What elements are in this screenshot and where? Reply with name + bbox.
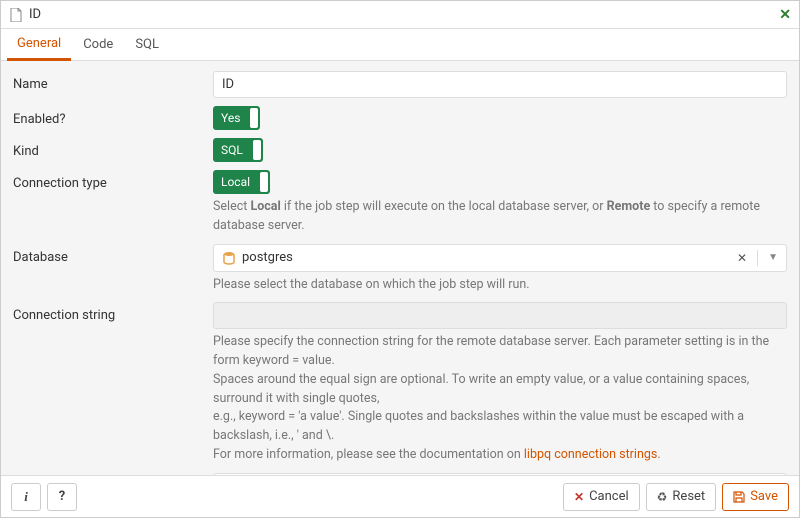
kind-toggle[interactable]: SQL [213, 138, 263, 162]
connection-type-toggle-label: Local [213, 175, 258, 189]
toggle-knob [253, 140, 261, 160]
label-enabled: Enabled? [13, 106, 213, 127]
save-label: Save [750, 489, 778, 504]
cancel-button[interactable]: ✕ Cancel [563, 483, 640, 511]
on-error-select[interactable]: Fail ▼ [213, 473, 787, 476]
database-select[interactable]: postgres ✕ ▼ [213, 244, 787, 272]
chevron-down-icon: ▼ [768, 252, 778, 263]
label-on-error: On error [13, 473, 213, 476]
label-name: Name [13, 71, 213, 92]
row-database: Database postgres ✕ ▼ Please select the … [13, 244, 787, 295]
save-icon [733, 491, 745, 503]
document-icon [9, 8, 23, 22]
cancel-icon: ✕ [574, 490, 584, 504]
titlebar: ID ✕ [1, 1, 799, 29]
tab-general[interactable]: General [7, 29, 71, 61]
tab-bar: General Code SQL [1, 29, 799, 61]
save-button[interactable]: Save [722, 483, 789, 511]
reset-label: Reset [672, 489, 705, 504]
row-on-error: On error Fail ▼ [13, 473, 787, 476]
connection-string-input[interactable] [213, 302, 787, 329]
database-help: Please select the database on which the … [213, 276, 787, 295]
enabled-toggle-label: Yes [213, 111, 248, 125]
label-connection-string: Connection string [13, 302, 213, 323]
toggle-knob [260, 172, 268, 192]
libpq-doc-link[interactable]: libpq connection strings [524, 447, 657, 462]
help-button[interactable]: ? [47, 483, 77, 511]
name-input[interactable] [213, 71, 787, 98]
row-kind: Kind SQL [13, 138, 787, 162]
connection-string-help: Please specify the connection string for… [213, 333, 787, 464]
info-icon: i [24, 489, 28, 505]
database-value: postgres [242, 250, 731, 265]
help-icon: ? [59, 489, 65, 504]
close-icon[interactable]: ✕ [779, 7, 791, 23]
toggle-knob [250, 108, 258, 128]
kind-toggle-label: SQL [213, 143, 251, 157]
tab-sql[interactable]: SQL [125, 29, 169, 61]
dialog-title: ID [29, 7, 779, 22]
cancel-label: Cancel [589, 489, 629, 504]
info-button[interactable]: i [11, 483, 41, 511]
reset-button[interactable]: ♻ Reset [646, 483, 717, 511]
connection-type-help: Select Local if the job step will execut… [213, 198, 787, 236]
row-enabled: Enabled? Yes [13, 106, 787, 130]
footer: i ? ✕ Cancel ♻ Reset Save [1, 475, 799, 517]
tab-code[interactable]: Code [73, 29, 123, 61]
label-database: Database [13, 244, 213, 265]
reset-icon: ♻ [657, 490, 668, 504]
database-icon [222, 251, 236, 265]
clear-database-icon[interactable]: ✕ [737, 251, 747, 265]
connection-type-toggle[interactable]: Local [213, 170, 270, 194]
row-name: Name [13, 71, 787, 98]
label-connection-type: Connection type [13, 170, 213, 191]
enabled-toggle[interactable]: Yes [213, 106, 260, 130]
form-area: Name Enabled? Yes Kind SQL Connection ty… [1, 61, 799, 475]
row-connection-string: Connection string Please specify the con… [13, 302, 787, 464]
row-connection-type: Connection type Local Select Local if th… [13, 170, 787, 236]
label-kind: Kind [13, 138, 213, 159]
